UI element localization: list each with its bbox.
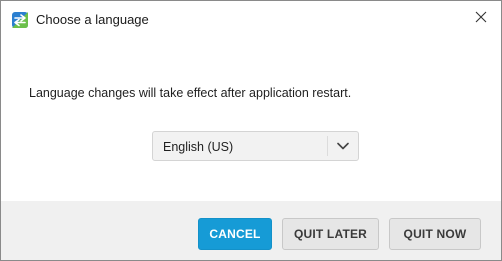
close-button[interactable] (461, 1, 501, 37)
selected-language: English (US) (163, 140, 234, 154)
language-dialog: Choose a language Language changes will … (0, 0, 502, 261)
window-title: Choose a language (36, 12, 149, 27)
title-bar[interactable]: Choose a language (1, 1, 501, 37)
chevron-down-icon[interactable] (328, 132, 358, 160)
dialog-footer: CANCEL QUIT LATER QUIT NOW (1, 201, 501, 260)
app-logo-icon (12, 12, 28, 28)
cancel-button[interactable]: CANCEL (198, 218, 272, 250)
quit-later-button[interactable]: QUIT LATER (282, 218, 379, 250)
close-icon (475, 10, 487, 28)
language-dropdown[interactable]: English (US) (152, 131, 359, 161)
quit-now-button[interactable]: QUIT NOW (389, 218, 481, 250)
restart-notice: Language changes will take effect after … (29, 86, 352, 100)
